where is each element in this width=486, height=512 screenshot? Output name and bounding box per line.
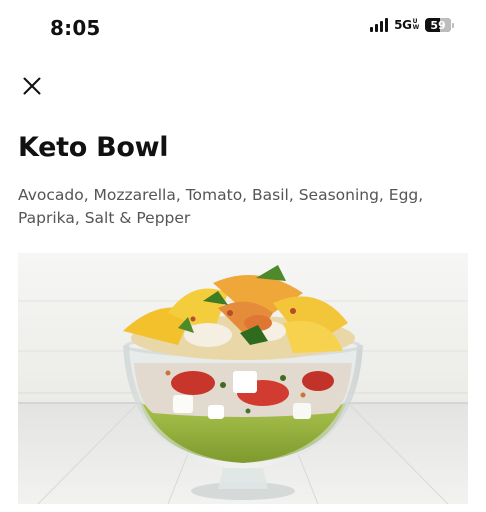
close-icon — [23, 77, 41, 95]
recipe-photo — [18, 253, 468, 504]
close-button[interactable] — [18, 72, 46, 100]
status-time: 8:05 — [50, 16, 101, 40]
cellular-signal-icon — [370, 18, 389, 32]
recipe-ingredients: Avocado, Mozzarella, Tomato, Basil, Seas… — [18, 186, 424, 227]
network-label: 5G — [394, 18, 412, 32]
network-suffix: U W — [412, 19, 420, 31]
status-indicators: 5G U W 59 — [370, 18, 454, 32]
recipe-detail-screen: 8:05 5G U W 59 Keto Bowl Avocado, Mozzar… — [0, 0, 486, 512]
network-type: 5G U W — [394, 18, 419, 32]
battery-icon: 59 — [425, 18, 454, 32]
network-suffix-bottom: W — [412, 24, 420, 31]
status-bar: 8:05 5G U W 59 — [0, 0, 486, 54]
battery-level: 59 — [430, 18, 446, 32]
recipe-title: Keto Bowl — [18, 132, 169, 163]
